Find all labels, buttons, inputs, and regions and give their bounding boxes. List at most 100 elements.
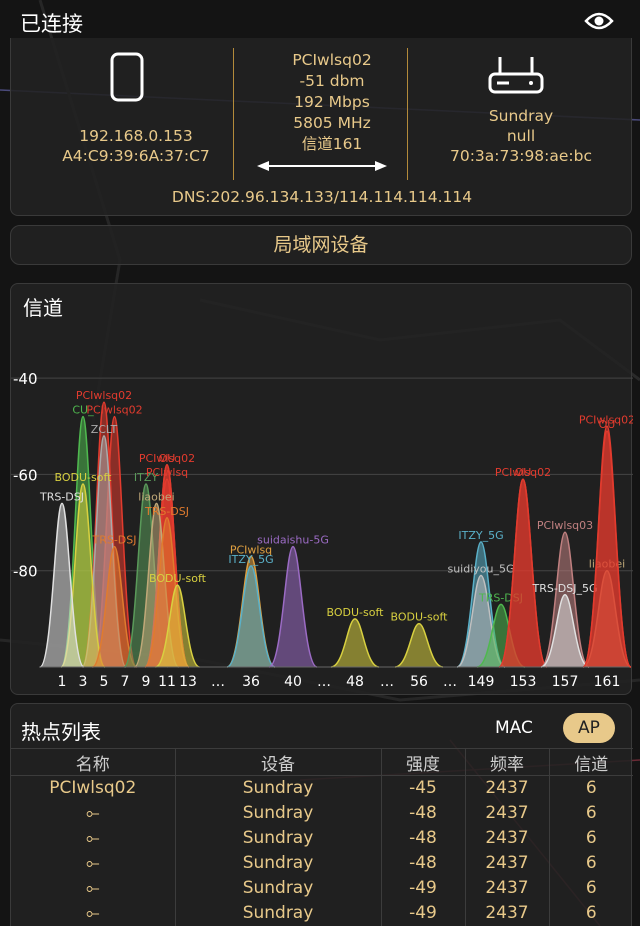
hotspot-card: 热点列表 MAC AP 名称 设备 强度 频率 信道 PCIwlsq02 Sund… [10, 703, 633, 926]
cell-strength: -49 [380, 875, 465, 901]
x-tick-label: 3 [79, 674, 88, 690]
cell-device: Sundray [174, 875, 381, 901]
x-tick-label: 36 [242, 674, 260, 690]
series-label: BODU-soft [391, 611, 449, 624]
hotspot-title: 热点列表 [21, 720, 101, 744]
series-label: ITZY_5G [228, 553, 273, 566]
x-tick-label: … [443, 674, 457, 690]
channel-card: 信道 -40 -60 -80 CU_ PCIwlsq02 PCIwlsq02 ZCLT BOD… [10, 283, 633, 695]
speed-text: 192 Mbps [294, 93, 370, 111]
series-label: suidaishu-5G [257, 534, 329, 547]
table-row[interactable]: PCIwlsq02 Sundray -45 2437 6 [11, 775, 633, 801]
cell-frequency: 2437 [464, 875, 549, 901]
signal-curve [394, 622, 444, 668]
router-info: Sundray null 70:3a:73:98:ae:bc [421, 106, 621, 166]
cell-device: Sundray [174, 850, 381, 876]
channel-text: 信道161 [301, 135, 363, 153]
cell-channel: 6 [548, 900, 633, 926]
eye-icon[interactable] [584, 10, 614, 32]
x-tick-label: 157 [552, 674, 579, 690]
cell-channel: 6 [548, 850, 633, 876]
cell-name: ⟜ [85, 803, 100, 823]
series-label: PCIwlsq02 [76, 389, 132, 402]
page-title: 已连接 [20, 12, 83, 36]
cell-name: ⟜ [85, 853, 100, 873]
client-ip: 192.168.0.153 [79, 127, 193, 145]
x-tick-label: … [211, 674, 225, 690]
series-label: BODU-soft [327, 606, 385, 619]
x-tick-label: 13 [179, 674, 197, 690]
cell-frequency: 2437 [464, 800, 549, 826]
x-tick-label: 11 [158, 674, 176, 690]
frequency-text: 5805 MHz [293, 114, 371, 132]
cell-name: PCIwlsq02 [49, 778, 137, 799]
x-tick-label: 5 [100, 674, 109, 690]
cell-channel: 6 [548, 825, 633, 851]
signal-curve [330, 618, 380, 668]
col-strength: 强度 [380, 748, 465, 776]
router-icon [488, 57, 544, 94]
cell-device: Sundray [174, 825, 381, 851]
router-model: null [506, 127, 536, 145]
signal-text: -51 dbm [299, 72, 365, 90]
col-frequency: 频率 [464, 748, 549, 776]
series-label: OU [599, 418, 616, 431]
col-channel: 信道 [548, 748, 633, 776]
cell-name: ⟜ [85, 878, 100, 898]
table-header-row: 名称 设备 强度 频率 信道 [11, 748, 633, 776]
x-tick-label: 153 [510, 674, 537, 690]
cell-strength: -48 [380, 800, 465, 826]
col-name: 名称 [11, 748, 175, 776]
col-device: 设备 [174, 748, 381, 776]
cell-device: Sundray [174, 775, 381, 801]
link-info: PCIwlsq02 -51 dbm 192 Mbps 5805 MHz 信道16… [247, 50, 417, 155]
cell-strength: -49 [380, 900, 465, 926]
series-label: PCIwlsq02 [86, 404, 142, 417]
client-info: 192.168.0.153 A4:C9:39:6A:37:C7 [31, 126, 241, 166]
ap-toggle[interactable]: AP [563, 713, 615, 743]
series-label: PCIwlsq03 [537, 519, 593, 532]
series-label: liaobei [138, 490, 174, 503]
table-row[interactable]: ⟜ Sundray -48 2437 6 [11, 825, 633, 851]
y-tick-label: -60 [13, 466, 38, 484]
cell-channel: 6 [548, 800, 633, 826]
divider-right [407, 48, 408, 180]
cell-strength: -48 [380, 825, 465, 851]
x-tick-label: 149 [468, 674, 495, 690]
x-tick-label: 48 [346, 674, 364, 690]
double-arrow-icon [257, 161, 387, 171]
x-tick-label: 9 [142, 674, 151, 690]
y-tick-label: -80 [13, 563, 38, 581]
table-row[interactable]: ⟜ Sundray -49 2437 6 [11, 875, 633, 901]
cell-frequency: 2437 [464, 825, 549, 851]
series-label: TRS-DSJ [39, 490, 84, 503]
series-label: TRS-DSJ [91, 534, 136, 547]
channel-chart: -40-60-80CU_PCIwlsq02PCIwlsq02ZCLTBODU-s… [11, 370, 633, 690]
phone-icon [110, 52, 144, 102]
cell-frequency: 2437 [464, 900, 549, 926]
y-tick-label: -40 [13, 370, 38, 388]
series-label: PCIwlsq [146, 466, 188, 479]
cell-device: Sundray [174, 800, 381, 826]
ssid-text: PCIwlsq02 [292, 51, 372, 69]
router-mac: 70:3a:73:98:ae:bc [449, 147, 593, 165]
table-row[interactable]: ⟜ Sundray -49 2437 6 [11, 900, 633, 926]
series-label: TRS-DSJ [144, 505, 189, 518]
signal-curve [582, 430, 632, 668]
cell-name: ⟜ [85, 903, 100, 923]
series-label: OU [159, 452, 176, 465]
lan-devices-button[interactable]: 局域网设备 [10, 225, 632, 265]
dns-text: DNS:202.96.134.133/114.114.114.114 [171, 188, 473, 206]
series-label: TRS-DSJ_5G [531, 582, 597, 595]
x-tick-label: 161 [594, 674, 621, 690]
table-row[interactable]: ⟜ Sundray -48 2437 6 [11, 800, 633, 826]
table-row[interactable]: ⟜ Sundray -48 2437 6 [11, 850, 633, 876]
cell-strength: -48 [380, 850, 465, 876]
series-label: ITZY_5G [458, 529, 503, 542]
cell-device: Sundray [174, 900, 381, 926]
mac-toggle[interactable]: MAC [495, 718, 533, 738]
cell-strength: -45 [380, 775, 465, 801]
series-label: ZCLT [91, 423, 118, 436]
hotspot-table: 名称 设备 强度 频率 信道 PCIwlsq02 Sundray -45 2437 6 ⟜… [11, 748, 633, 926]
series-label: suidiyou_5G [447, 563, 514, 576]
